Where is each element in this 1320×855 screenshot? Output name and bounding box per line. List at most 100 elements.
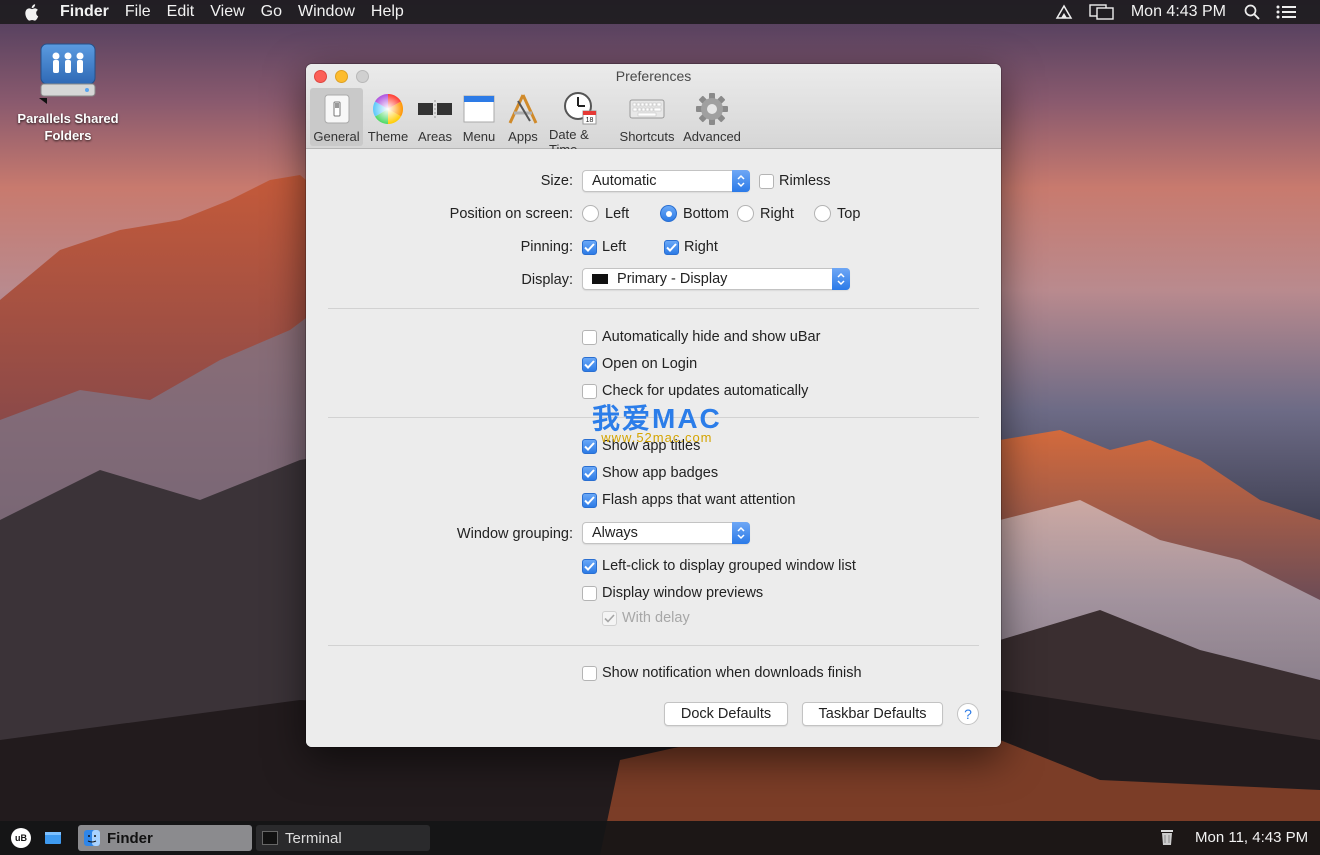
position-left-radio[interactable]: Left bbox=[582, 205, 629, 222]
position-bottom-radio[interactable]: Bottom bbox=[660, 205, 729, 222]
help-button[interactable]: ? bbox=[957, 703, 979, 725]
monitor-icon bbox=[592, 274, 608, 284]
radio-label: Right bbox=[760, 205, 794, 222]
checkbox-box bbox=[602, 610, 617, 626]
task-terminal[interactable]: Terminal bbox=[256, 825, 430, 851]
menubar-clock[interactable]: Mon 4:43 PM bbox=[1131, 3, 1226, 21]
show-app-badges-checkbox[interactable]: Show app badges bbox=[582, 465, 718, 481]
checkbox-box bbox=[582, 383, 597, 399]
keyboard-icon bbox=[629, 91, 665, 127]
check-updates-checkbox[interactable]: Check for updates automatically bbox=[582, 383, 808, 399]
pin-right-checkbox[interactable]: Right bbox=[664, 239, 718, 255]
checkbox-label: Right bbox=[684, 239, 718, 255]
apple-logo-icon[interactable] bbox=[20, 3, 42, 21]
menu-app-name[interactable]: Finder bbox=[60, 3, 109, 21]
desktop-icon-label: Parallels Shared Folders bbox=[17, 111, 119, 143]
areas-icon bbox=[417, 91, 453, 127]
rimless-checkbox[interactable]: Rimless bbox=[759, 173, 831, 189]
menu-bar-icon bbox=[461, 91, 497, 127]
menu-view[interactable]: View bbox=[210, 3, 244, 21]
trash-icon[interactable] bbox=[1160, 828, 1174, 850]
download-notification-checkbox[interactable]: Show notification when downloads finish bbox=[582, 665, 862, 681]
menu-go[interactable]: Go bbox=[261, 3, 282, 21]
tab-theme[interactable]: Theme bbox=[363, 88, 413, 146]
task-label: Terminal bbox=[285, 829, 342, 847]
left-click-grouped-checkbox[interactable]: Left-click to display grouped window lis… bbox=[582, 558, 856, 574]
window-grouping-label: Window grouping: bbox=[456, 526, 573, 542]
popup-arrows-icon bbox=[732, 170, 750, 192]
desktop-folder-icon[interactable] bbox=[44, 830, 62, 849]
auto-hide-checkbox[interactable]: Automatically hide and show uBar bbox=[582, 329, 820, 345]
pin-left-checkbox[interactable]: Left bbox=[582, 239, 626, 255]
checkbox-label: Display window previews bbox=[602, 585, 764, 601]
checkbox-label: Show app badges bbox=[602, 465, 719, 481]
checkbox-box bbox=[582, 492, 597, 508]
network-drive-icon bbox=[39, 42, 97, 104]
radio-label: Left bbox=[605, 205, 630, 222]
terminal-icon bbox=[262, 831, 278, 845]
position-top-radio[interactable]: Top bbox=[814, 205, 860, 222]
menu-help[interactable]: Help bbox=[371, 3, 404, 21]
ubar-logo-icon[interactable]: uB bbox=[11, 828, 31, 848]
checkbox-label: With delay bbox=[622, 610, 690, 626]
checkbox-box bbox=[582, 438, 597, 454]
taskbar-clock[interactable]: Mon 11, 4:43 PM bbox=[1195, 829, 1308, 846]
with-delay-checkbox: With delay bbox=[602, 610, 690, 626]
tab-label: Theme bbox=[367, 129, 409, 144]
menu-edit[interactable]: Edit bbox=[167, 3, 195, 21]
display-mirroring-icon[interactable] bbox=[1089, 4, 1115, 20]
checkbox-box bbox=[582, 585, 597, 601]
radio-dot bbox=[814, 205, 831, 222]
taskbar-defaults-button[interactable]: Taskbar Defaults bbox=[802, 702, 943, 726]
preferences-toolbar: General Theme Areas Menu Apps 18 Date & … bbox=[310, 88, 745, 157]
task-finder[interactable]: Finder bbox=[78, 825, 252, 851]
tab-areas[interactable]: Areas bbox=[413, 88, 457, 146]
dock-defaults-button[interactable]: Dock Defaults bbox=[664, 702, 788, 726]
checkbox-box bbox=[664, 239, 679, 255]
checkbox-label: Left bbox=[602, 239, 627, 255]
position-right-radio[interactable]: Right bbox=[737, 205, 794, 222]
window-titlebar: Preferences General Theme Areas Menu App… bbox=[306, 64, 1001, 157]
tab-apps[interactable]: Apps bbox=[501, 88, 545, 146]
radio-label: Bottom bbox=[683, 205, 729, 222]
size-popup[interactable]: Automatic bbox=[582, 170, 750, 192]
separator bbox=[328, 417, 979, 418]
menu-window[interactable]: Window bbox=[298, 3, 355, 21]
task-label: Finder bbox=[107, 829, 153, 847]
general-pane: Size: Automatic Rimless Position on scre… bbox=[306, 149, 1001, 747]
spotlight-search-icon[interactable] bbox=[1244, 4, 1260, 20]
radio-dot bbox=[582, 205, 599, 222]
open-on-login-checkbox[interactable]: Open on Login bbox=[582, 356, 697, 372]
svg-text:18: 18 bbox=[586, 117, 594, 124]
window-grouping-popup[interactable]: Always bbox=[582, 522, 750, 544]
tab-menu[interactable]: Menu bbox=[457, 88, 501, 146]
pinning-label: Pinning: bbox=[520, 239, 573, 255]
checkbox-label: Open on Login bbox=[602, 356, 698, 372]
tab-label: General bbox=[313, 129, 360, 144]
tab-label: Areas bbox=[418, 129, 452, 144]
tab-general[interactable]: General bbox=[310, 88, 363, 146]
display-popup[interactable]: Primary - Display bbox=[582, 268, 850, 290]
tab-label: Apps bbox=[508, 129, 538, 144]
ubar-taskbar: uB Finder Terminal Mon 11, 4:43 PM bbox=[0, 821, 1320, 855]
desktop-icon-shared-folders[interactable]: Parallels Shared Folders bbox=[8, 42, 128, 144]
tab-label: Advanced bbox=[683, 129, 741, 144]
checkbox-box bbox=[582, 665, 597, 681]
flash-apps-checkbox[interactable]: Flash apps that want attention bbox=[582, 492, 795, 508]
window-previews-checkbox[interactable]: Display window previews bbox=[582, 585, 763, 601]
tab-shortcuts[interactable]: Shortcuts bbox=[615, 88, 679, 146]
grouping-popup-value: Always bbox=[592, 525, 638, 541]
size-label: Size: bbox=[540, 173, 573, 189]
menu-file[interactable]: File bbox=[125, 3, 151, 21]
checkbox-label: Flash apps that want attention bbox=[602, 492, 796, 508]
notification-center-icon[interactable] bbox=[1276, 5, 1296, 19]
checkbox-box bbox=[582, 356, 597, 372]
preferences-window: Preferences General Theme Areas Menu App… bbox=[306, 64, 1001, 747]
checkbox-box bbox=[582, 465, 597, 481]
airplay-icon[interactable] bbox=[1055, 4, 1073, 20]
tab-advanced[interactable]: Advanced bbox=[679, 88, 745, 146]
checkbox-label: Left-click to display grouped window lis… bbox=[602, 558, 856, 574]
show-app-titles-checkbox[interactable]: Show app titles bbox=[582, 438, 700, 454]
checkbox-label: Show app titles bbox=[602, 438, 701, 454]
tab-date-time[interactable]: 18 Date & Time bbox=[545, 88, 615, 157]
